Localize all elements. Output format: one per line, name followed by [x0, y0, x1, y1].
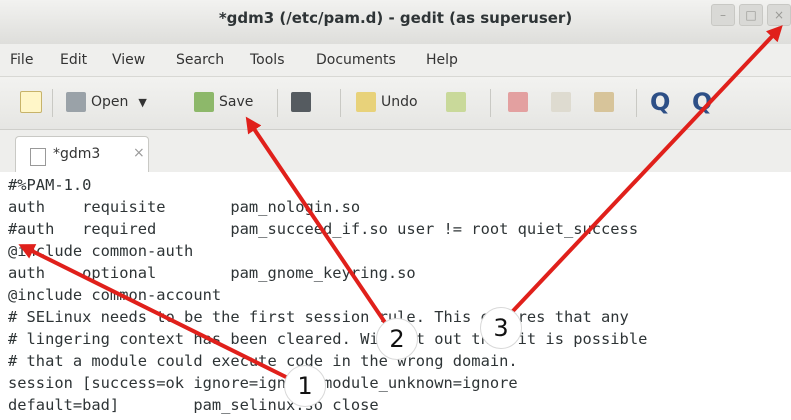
undo-label: Undo: [381, 94, 418, 110]
open-icon: [66, 92, 86, 112]
close-tab-icon[interactable]: ×: [133, 145, 145, 161]
menu-edit[interactable]: Edit: [60, 52, 87, 68]
replace-button[interactable]: Q: [692, 88, 717, 116]
undo-button[interactable]: Undo: [356, 88, 418, 116]
document-icon: [30, 148, 46, 166]
editor-line: #auth required pam_succeed_if.so user !=…: [8, 220, 639, 238]
save-label: Save: [219, 94, 254, 110]
minimize-button[interactable]: –: [711, 4, 735, 26]
annotation-marker-1: 1: [284, 365, 326, 407]
search-button[interactable]: Q: [650, 88, 675, 116]
tab-label: *gdm3: [53, 146, 101, 162]
redo-button[interactable]: [446, 88, 471, 116]
paste-button[interactable]: [594, 88, 619, 116]
menu-file[interactable]: File: [10, 52, 33, 68]
editor-line: # lingering context has been cleared. Wi…: [8, 330, 648, 348]
maximize-button[interactable]: □: [739, 4, 763, 26]
tab-bar: *gdm3 ×: [0, 130, 791, 173]
copy-button[interactable]: [551, 88, 576, 116]
editor-line: auth optional pam_gnome_keyring.so: [8, 264, 416, 282]
search-icon: Q: [650, 88, 671, 116]
print-icon: [291, 92, 311, 112]
editor-line: session [success=ok ignore=ignore module…: [8, 374, 518, 392]
menu-help[interactable]: Help: [426, 52, 458, 68]
cut-button[interactable]: [508, 88, 533, 116]
editor-line: default=bad] pam_selinux.so close: [8, 396, 379, 414]
editor-line: # SELinux needs to be the first session …: [8, 308, 629, 326]
title-bar[interactable]: *gdm3 (/etc/pam.d) - gedit (as superuser…: [0, 0, 791, 44]
menu-documents[interactable]: Documents: [316, 52, 396, 68]
menu-view[interactable]: View: [112, 52, 145, 68]
copy-icon: [551, 92, 571, 112]
menu-search[interactable]: Search: [176, 52, 224, 68]
paste-icon: [594, 92, 614, 112]
cut-icon: [508, 92, 528, 112]
new-document-button[interactable]: [20, 88, 47, 116]
chevron-down-icon[interactable]: ▼: [138, 96, 146, 109]
editor-line: auth requisite pam_nologin.so: [8, 198, 361, 216]
redo-icon: [446, 92, 466, 112]
annotation-marker-2: 2: [376, 318, 418, 360]
undo-icon: [356, 92, 376, 112]
toolbar: Open ▼ Save Undo Q Q: [0, 77, 791, 130]
annotation-marker-3: 3: [480, 307, 522, 349]
tab-gdm3[interactable]: *gdm3 ×: [15, 136, 149, 172]
open-button[interactable]: Open ▼: [66, 88, 147, 116]
editor-line: # that a module could execute code in th…: [8, 352, 518, 370]
menu-bar: File Edit View Search Tools Documents He…: [0, 44, 791, 77]
close-window-button[interactable]: ×: [767, 4, 791, 26]
editor-line: @include common-account: [8, 286, 222, 304]
print-button[interactable]: [291, 88, 316, 116]
menu-tools[interactable]: Tools: [250, 52, 285, 68]
replace-icon: Q: [692, 88, 713, 116]
text-editor[interactable]: #%PAM-1.0 auth requisite pam_nologin.so …: [0, 172, 791, 420]
editor-line: @include common-auth: [8, 242, 194, 260]
editor-line: #%PAM-1.0: [8, 176, 92, 194]
new-document-icon: [20, 91, 42, 113]
save-icon: [194, 92, 214, 112]
save-button[interactable]: Save: [194, 88, 253, 116]
window-title: *gdm3 (/etc/pam.d) - gedit (as superuser…: [218, 9, 573, 27]
open-label: Open: [91, 94, 129, 110]
